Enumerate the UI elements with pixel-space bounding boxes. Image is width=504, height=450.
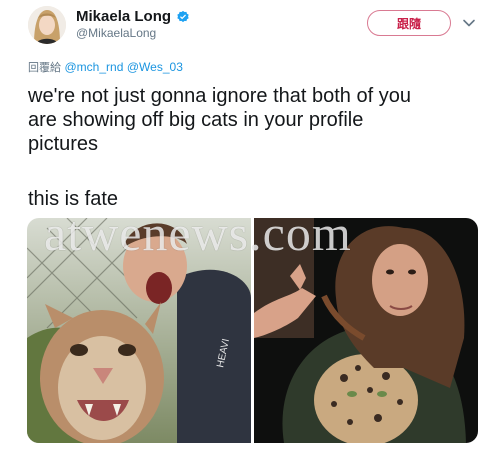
photo-right[interactable]	[254, 218, 478, 443]
mention-link[interactable]: @mch_rnd	[65, 60, 124, 74]
avatar-photo	[28, 6, 66, 44]
tweet-text: we're not just gonna ignore that both of…	[28, 85, 411, 155]
tweet-text-second-paragraph: this is fate	[28, 188, 119, 210]
woman-with-leopard-shirt-photo	[254, 218, 478, 443]
verified-badge-icon	[177, 10, 189, 22]
follow-button[interactable]: 跟隨	[367, 10, 451, 36]
tweet-header: Mikaela Long @MikaelaLong 跟隨	[0, 0, 504, 52]
reply-prefix: 回覆給	[28, 61, 61, 74]
author-name-row: Mikaela Long	[76, 8, 190, 25]
photo-left[interactable]: HEAVI	[27, 218, 251, 443]
reply-context: 回覆給 @mch_rnd @Wes_03	[28, 59, 183, 75]
author-handle[interactable]: @MikaelaLong	[76, 26, 156, 40]
author-display-name[interactable]: Mikaela Long	[76, 8, 171, 25]
mention-link[interactable]: @Wes_03	[127, 60, 183, 74]
chevron-down-icon[interactable]	[462, 16, 476, 30]
author-avatar[interactable]	[28, 6, 66, 44]
tweet-media: HEAVI	[27, 218, 478, 443]
man-with-cougar-photo: HEAVI	[27, 218, 251, 443]
